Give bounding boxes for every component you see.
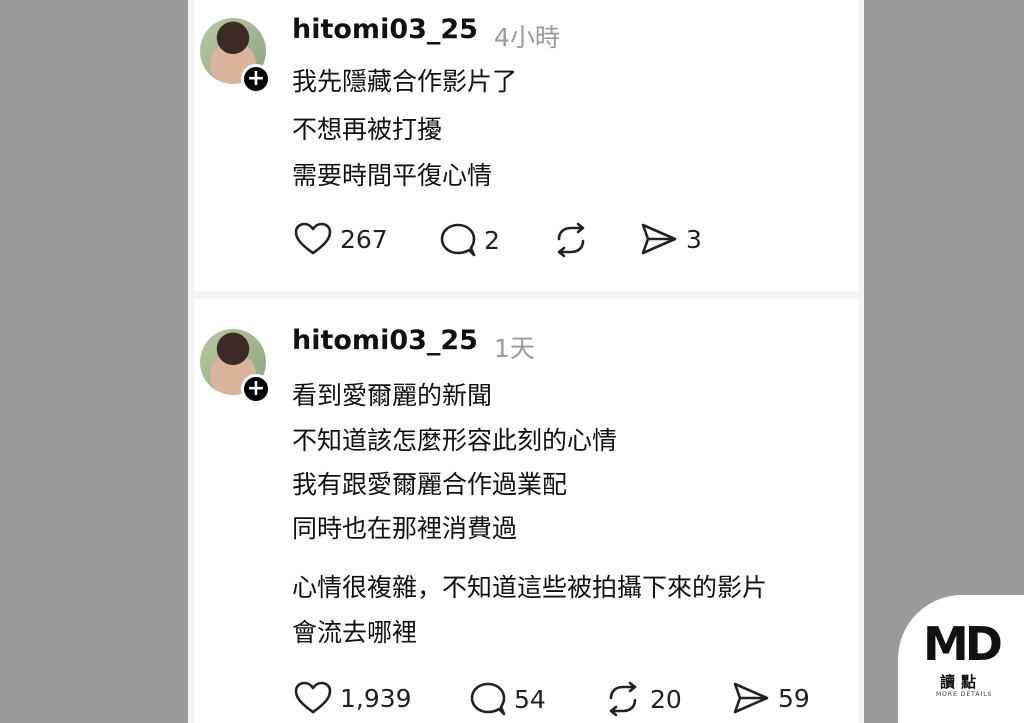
username[interactable]: hitomi03_25: [292, 325, 478, 356]
post-text-line: 不知道該怎麼形容此刻的心情: [292, 426, 618, 455]
brand-logo: MD 讀點 MORE DETAILS: [898, 595, 1024, 723]
share-button[interactable]: 3: [640, 222, 702, 256]
plus-icon[interactable]: +: [241, 374, 271, 404]
reply-button[interactable]: 2: [440, 222, 500, 258]
share-count: 3: [686, 224, 702, 254]
share-button[interactable]: 59: [732, 681, 810, 715]
threads-feed: + hitomi03_25 4小時 我先隱藏合作影片了 不想再被打擾 需要時間平…: [188, 0, 864, 723]
heart-icon: [294, 222, 332, 255]
post-text-line: 我有跟愛爾麗合作過業配: [292, 470, 568, 499]
like-button[interactable]: 267: [294, 222, 388, 256]
send-icon: [641, 223, 677, 255]
username[interactable]: hitomi03_25: [292, 14, 478, 45]
logo-subtitle: MORE DETAILS: [936, 691, 993, 698]
comment-icon: [440, 223, 476, 257]
send-icon: [733, 682, 769, 714]
repost-count: 20: [650, 684, 682, 714]
post-text-line: 看到愛爾麗的新聞: [292, 381, 493, 410]
logo-chinese: 讀點: [940, 673, 983, 691]
repost-button[interactable]: [552, 222, 598, 258]
reply-button[interactable]: 54: [470, 681, 546, 717]
post-time: 1天: [494, 334, 535, 363]
repost-button[interactable]: 20: [604, 681, 682, 717]
post-text-line: 會流去哪裡: [292, 618, 418, 647]
like-count: 267: [340, 224, 388, 254]
repost-icon: [557, 222, 585, 258]
post-text-line: 我先隱藏合作影片了: [292, 67, 518, 96]
heart-icon: [294, 681, 332, 714]
logo-mark: MD: [923, 617, 1003, 671]
reply-count: 2: [484, 225, 500, 255]
share-count: 59: [778, 683, 810, 713]
repost-icon: [609, 681, 637, 717]
post-text-line: 不想再被打擾: [292, 115, 443, 144]
post-time: 4小時: [494, 23, 560, 52]
post-card: + hitomi03_25 1天 看到愛爾麗的新聞 不知道該怎麼形容此刻的心情 …: [194, 299, 858, 723]
plus-icon[interactable]: +: [241, 64, 271, 94]
comment-icon: [470, 682, 506, 716]
post-card: + hitomi03_25 4小時 我先隱藏合作影片了 不想再被打擾 需要時間平…: [194, 0, 858, 291]
reply-count: 54: [514, 684, 546, 714]
like-count: 1,939: [340, 683, 412, 713]
like-button[interactable]: 1,939: [294, 681, 412, 715]
post-text-line: 同時也在那裡消費過: [292, 514, 518, 543]
post-text-line: 需要時間平復心情: [292, 161, 493, 190]
post-text-line: 心情很複雜，不知道這些被拍攝下來的影片: [292, 573, 768, 602]
